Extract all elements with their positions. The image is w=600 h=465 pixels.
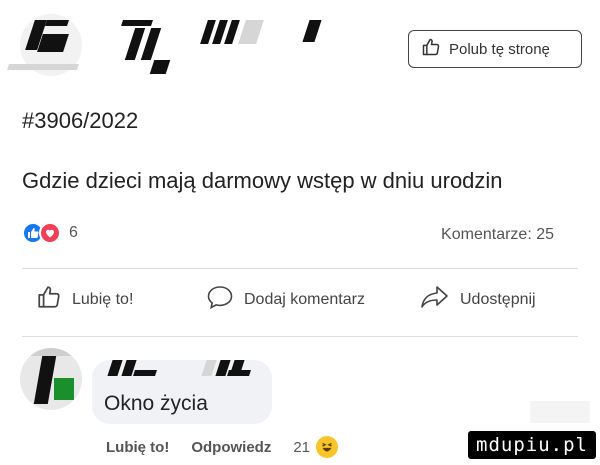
comment-icon [206, 284, 234, 315]
like-button[interactable]: Lubię to! [36, 284, 133, 315]
like-label: Lubię to! [72, 290, 134, 308]
watermark-ghost [530, 401, 590, 423]
love-reaction-icon [39, 222, 61, 244]
comment-like-link[interactable]: Lubię to! [106, 439, 169, 456]
add-comment-button[interactable]: Dodaj komentarz [206, 284, 365, 315]
comment-text: Okno życia [104, 392, 208, 415]
reaction-count: 6 [69, 224, 78, 241]
reactions-summary[interactable]: 6 [22, 222, 78, 244]
comment-author-name[interactable] [104, 356, 274, 380]
comment-reply-link[interactable]: Odpowiedz [191, 439, 271, 456]
thumbs-up-icon [421, 37, 441, 62]
divider [22, 268, 578, 269]
site-watermark: mdupiu.pl [468, 431, 596, 459]
add-comment-label: Dodaj komentarz [244, 290, 365, 308]
comment-reaction-count[interactable]: 21 [293, 439, 310, 456]
post-number: #3906/2022 [22, 108, 139, 133]
comment-actions: Lubię to! Odpowiedz 21 [106, 436, 339, 458]
haha-reaction-icon [316, 436, 339, 458]
like-page-button[interactable]: Polub tę stronę [408, 30, 582, 68]
share-label: Udostępnij [460, 290, 536, 308]
share-button[interactable]: Udostępnij [420, 284, 536, 315]
share-arrow-icon [420, 284, 450, 315]
divider [22, 336, 578, 337]
like-page-label: Polub tę stronę [449, 40, 550, 58]
comments-count[interactable]: Komentarze: 25 [441, 226, 554, 244]
post-text: Gdzie dzieci mają darmowy wstęp w dniu u… [22, 168, 503, 193]
commenter-avatar[interactable] [20, 348, 82, 410]
thumbs-up-icon [36, 284, 62, 315]
